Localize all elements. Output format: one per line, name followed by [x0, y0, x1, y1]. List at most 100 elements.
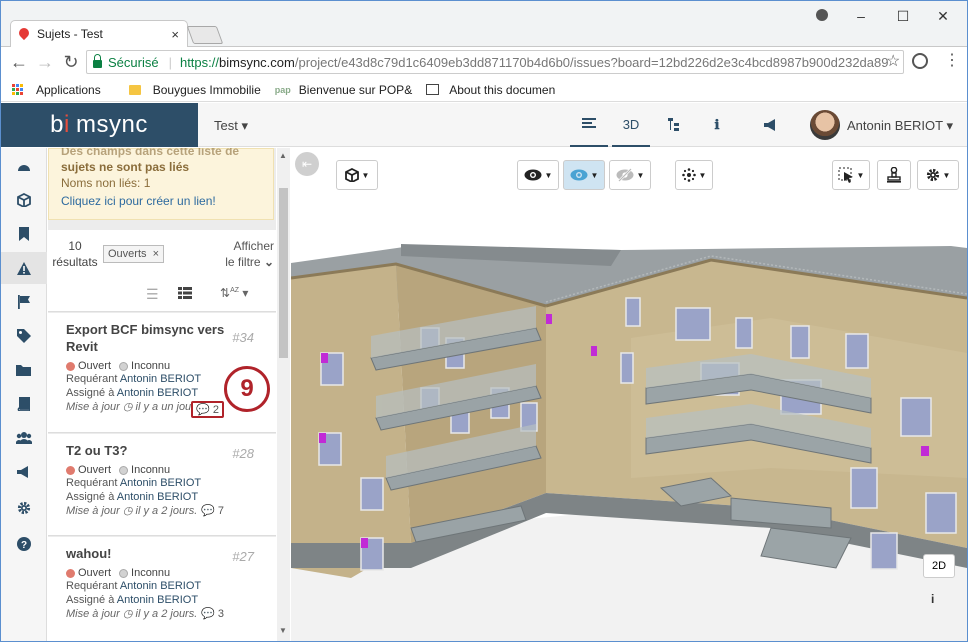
reload-button[interactable]: ↻	[58, 52, 84, 73]
show-filter-button[interactable]: Afficher le filtre ⌄	[218, 238, 274, 270]
close-window-button[interactable]: ✕	[928, 8, 958, 25]
selection-mode-button[interactable]: ▼	[832, 160, 870, 190]
browser-tab[interactable]: Sujets - Test ×	[10, 20, 188, 47]
megaphone-icon	[764, 119, 775, 131]
rail-bookmarks[interactable]	[0, 218, 47, 250]
status-dot-icon	[66, 568, 75, 578]
info-tab[interactable]: ℹ	[698, 103, 736, 147]
create-link-link[interactable]: Cliquez ici pour créer un lien!	[61, 192, 261, 210]
rail-announcements[interactable]	[0, 456, 47, 488]
forward-button[interactable]: →	[32, 52, 58, 73]
rail-settings[interactable]	[0, 492, 47, 524]
tags-icon	[16, 329, 31, 343]
comment-icon: 💬	[201, 608, 215, 620]
profile-icon[interactable]	[816, 9, 828, 21]
compact-list-icon[interactable]: ☰	[146, 286, 159, 303]
detailed-list-icon[interactable]	[178, 286, 192, 302]
priority-dot-icon	[119, 568, 129, 578]
model-selector-button[interactable]: ▼	[336, 160, 378, 190]
caret-icon: ▼	[856, 170, 865, 180]
chip-remove-icon[interactable]: ×	[153, 248, 159, 260]
issue-updated: Mise à jour ◷ il y a 2 jours.	[66, 608, 198, 620]
show-objects-button[interactable]: ▼	[517, 160, 559, 190]
back-arrow-button[interactable]: ⇤	[295, 152, 319, 176]
rail-folders[interactable]	[0, 354, 47, 386]
issue-comments[interactable]: 💬 2	[191, 401, 224, 418]
walk-mode-button[interactable]	[877, 160, 911, 190]
issue-card[interactable]: T2 ou T3? #28 Ouvert Inconnu Requérant A…	[48, 434, 276, 536]
explode-button[interactable]: ▼	[675, 160, 713, 190]
list-view-tab[interactable]	[570, 103, 608, 147]
address-bar: ← → ↻ Sécurisé | https:// bimsync.com /p…	[0, 47, 968, 77]
issues-scrollbar[interactable]: ▲ ▼	[277, 148, 290, 642]
hide-objects-button[interactable]: ▼	[609, 160, 651, 190]
rail-tags[interactable]	[0, 320, 47, 352]
bookmark-bouygues[interactable]: Bouygues Immobilie	[128, 83, 261, 97]
tree-view-tab[interactable]	[656, 103, 694, 147]
xray-button[interactable]: ▼	[563, 160, 605, 190]
caret-icon: ▼	[636, 170, 645, 180]
scroll-thumb[interactable]	[279, 188, 288, 358]
gear-icon	[926, 168, 939, 182]
issue-title[interactable]: T2 ou T3?	[66, 442, 226, 459]
tab-3d[interactable]: 3D	[612, 103, 650, 147]
browser-menu-icon[interactable]: ⋮	[944, 50, 960, 70]
unlinked-fields-notice: Des champs dans cette liste de sujets ne…	[48, 148, 274, 220]
filter-bar: 10 résultats Ouverts × Afficher le filtr…	[48, 230, 276, 278]
users-icon	[15, 432, 32, 444]
issue-number: #28	[232, 446, 254, 461]
issue-updated: Mise à jour ◷ il y a 2 jours.	[66, 505, 198, 517]
rail-models[interactable]	[0, 184, 47, 216]
bimsync-logo[interactable]: bi msync	[0, 103, 198, 147]
minimize-button[interactable]: –	[846, 8, 876, 24]
scroll-down-icon[interactable]: ▼	[279, 626, 287, 635]
sort-az-icon[interactable]: ⇅AZ ▾	[220, 286, 248, 300]
issue-comments[interactable]: 💬 3	[201, 607, 224, 620]
bookmark-pap[interactable]: pap Bienvenue sur POP&	[275, 83, 412, 97]
caret-icon: ▼	[544, 170, 553, 180]
issue-title[interactable]: Export BCF bimsync vers Revit	[66, 321, 226, 355]
filter-chip-open[interactable]: Ouverts ×	[103, 245, 165, 263]
comment-icon: 💬	[196, 404, 210, 416]
url-input[interactable]: Sécurisé | https:// bimsync.com /project…	[86, 50, 904, 74]
issue-card[interactable]: wahou! #27 Ouvert Inconnu Requérant Anto…	[48, 537, 276, 642]
bookmark-about[interactable]: About this documen	[426, 83, 555, 97]
scroll-up-icon[interactable]: ▲	[279, 151, 287, 160]
clock-icon: ◷	[122, 505, 133, 517]
new-tab-button[interactable]	[186, 26, 224, 44]
toggle-2d-button[interactable]: 2D	[923, 554, 955, 578]
issue-requester: Requérant Antonin BERIOT	[66, 477, 202, 489]
issue-title[interactable]: wahou!	[66, 545, 226, 562]
bookmark-applications[interactable]: Applications	[12, 83, 101, 97]
extension-icon[interactable]	[912, 53, 928, 69]
announcements-tab[interactable]	[752, 103, 790, 147]
warning-icon	[16, 261, 31, 275]
rail-dashboard[interactable]	[0, 150, 47, 182]
cursor-select-icon	[838, 167, 853, 183]
user-menu[interactable]: Antonin BERIOT ▾	[847, 118, 953, 134]
viewer-settings-button[interactable]: ▼	[917, 160, 959, 190]
issue-comments[interactable]: 💬 7	[201, 504, 224, 517]
rail-docs[interactable]	[0, 388, 47, 420]
rail-help[interactable]: ?	[0, 528, 47, 560]
viewer-info-icon[interactable]: i	[931, 592, 934, 606]
maximize-button[interactable]: ☐	[888, 8, 918, 25]
tab-close-button[interactable]: ×	[171, 27, 179, 42]
help-icon: ?	[16, 537, 31, 551]
rail-issues[interactable]	[0, 252, 47, 284]
model-viewer-3d[interactable]: ⇤ ▼ ▼ ▼ ▼ ▼ ▼ ▼ 2D i	[291, 148, 967, 641]
issue-number: #34	[232, 330, 254, 345]
bookmark-star-icon[interactable]: ☆	[886, 51, 900, 71]
bookmarks-bar: Applications Bouygues Immobilie pap Bien…	[0, 78, 968, 102]
chevron-down-icon: ⌄	[263, 255, 274, 269]
rail-users[interactable]	[0, 422, 47, 454]
avatar[interactable]	[810, 110, 840, 140]
info-icon: ℹ	[714, 117, 720, 132]
rail-flags[interactable]	[0, 286, 47, 318]
building-model-render[interactable]	[291, 148, 967, 641]
url-scheme: https://	[179, 54, 219, 70]
project-dropdown[interactable]: Test ▾	[214, 118, 248, 134]
back-button[interactable]: ←	[6, 52, 32, 73]
pap-logo-icon: pap	[274, 84, 291, 95]
book-icon	[17, 397, 30, 411]
